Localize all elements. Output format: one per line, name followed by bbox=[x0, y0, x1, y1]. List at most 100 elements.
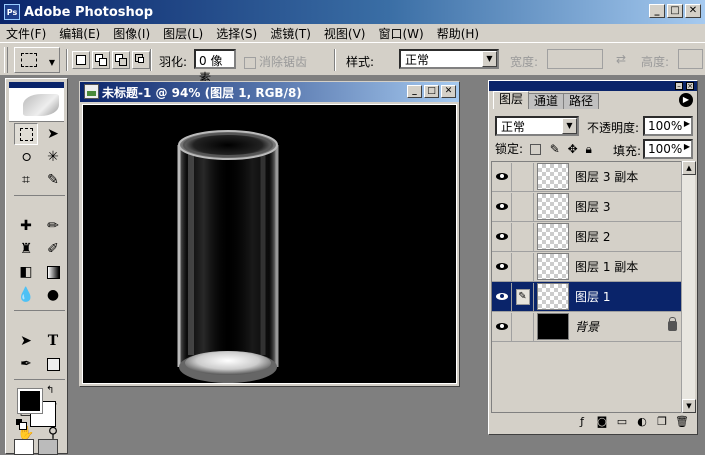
tab-channels[interactable]: 通道 bbox=[528, 93, 565, 109]
menu-file[interactable]: 文件(F) bbox=[6, 25, 46, 42]
close-button[interactable]: ✕ bbox=[685, 4, 701, 18]
visibility-eye-icon[interactable] bbox=[492, 222, 512, 251]
brush-tool-icon[interactable]: ✏ bbox=[41, 215, 65, 237]
marquee-tool-icon[interactable] bbox=[14, 123, 38, 145]
adjustment-layer-icon[interactable]: ◐ bbox=[635, 415, 649, 429]
feather-input[interactable]: 0 像素 bbox=[194, 49, 236, 85]
layer-link-slot[interactable] bbox=[512, 222, 534, 251]
blur-tool-icon[interactable]: 💧 bbox=[14, 284, 38, 306]
visibility-eye-icon[interactable] bbox=[492, 252, 512, 281]
visibility-eye-icon[interactable] bbox=[492, 162, 512, 191]
antialias-checkbox[interactable]: 消除锯齿 bbox=[244, 53, 307, 70]
foreground-color-swatch[interactable] bbox=[17, 388, 43, 414]
canvas[interactable] bbox=[82, 104, 457, 384]
blend-mode-select[interactable]: 正常 ▼ bbox=[495, 116, 579, 136]
gradient-tool-icon[interactable] bbox=[41, 261, 65, 283]
chevron-right-icon: ▶ bbox=[683, 119, 690, 128]
intersect-selection-button[interactable] bbox=[132, 51, 150, 69]
layer-style-icon[interactable]: ƒ bbox=[575, 415, 589, 429]
healing-brush-tool-icon[interactable]: ✚ bbox=[14, 215, 38, 237]
layer-row[interactable]: 图层 1 副本 bbox=[492, 252, 683, 282]
swap-icon[interactable]: ⇄ bbox=[616, 52, 626, 66]
fill-input[interactable]: 100% ▶ bbox=[643, 139, 693, 159]
menu-window[interactable]: 窗口(W) bbox=[378, 25, 423, 42]
palette-minimize-button[interactable]: – bbox=[675, 82, 683, 90]
layer-name: 图层 1 副本 bbox=[575, 260, 639, 274]
layers-scrollbar[interactable]: ▲ ▼ bbox=[681, 161, 696, 413]
pen-tool-icon[interactable]: ✒ bbox=[14, 353, 38, 375]
quick-mask-button[interactable] bbox=[38, 439, 58, 455]
visibility-eye-icon[interactable] bbox=[492, 282, 512, 311]
height-input[interactable] bbox=[678, 49, 703, 69]
palette-menu-icon[interactable]: ▶ bbox=[679, 93, 693, 107]
magic-wand-tool-icon[interactable]: ✳ bbox=[41, 146, 65, 168]
toolbox-header[interactable] bbox=[9, 82, 64, 122]
lock-move-icon[interactable]: ✥ bbox=[568, 142, 578, 156]
lock-brush-icon[interactable]: ✎ bbox=[550, 142, 560, 156]
lock-transparency-icon[interactable] bbox=[529, 144, 541, 155]
new-layer-icon[interactable]: ❐ bbox=[655, 415, 669, 429]
trash-icon[interactable]: 🗑︎ bbox=[675, 415, 689, 429]
default-colors-icon[interactable] bbox=[16, 419, 27, 430]
layer-link-slot[interactable]: ✎ bbox=[512, 282, 534, 311]
options-grip[interactable] bbox=[4, 47, 8, 73]
layer-thumbnail bbox=[537, 253, 569, 280]
visibility-eye-icon[interactable] bbox=[492, 192, 512, 221]
menu-edit[interactable]: 编辑(E) bbox=[59, 25, 100, 42]
doc-maximize-button[interactable]: □ bbox=[424, 85, 439, 98]
menu-layer[interactable]: 图层(L) bbox=[163, 25, 203, 42]
dodge-tool-icon[interactable]: ● bbox=[41, 284, 65, 306]
layer-link-slot[interactable] bbox=[512, 312, 534, 341]
menu-filter[interactable]: 滤镜(T) bbox=[270, 25, 311, 42]
menu-help[interactable]: 帮助(H) bbox=[437, 25, 479, 42]
rectangular-marquee-icon bbox=[21, 53, 37, 67]
swap-colors-icon[interactable]: ↰ bbox=[46, 385, 54, 396]
new-selection-button[interactable] bbox=[72, 51, 90, 69]
menu-view[interactable]: 视图(V) bbox=[324, 25, 366, 42]
history-brush-tool-icon[interactable]: ✐ bbox=[41, 238, 65, 260]
palette-close-button[interactable]: × bbox=[686, 82, 694, 90]
document-title-bar[interactable]: 未标题-1 @ 94% (图层 1, RGB/8) _ □ ✕ bbox=[80, 82, 459, 102]
layer-row[interactable]: 图层 2 bbox=[492, 222, 683, 252]
scroll-down-icon[interactable]: ▼ bbox=[682, 399, 696, 413]
shape-tool-icon[interactable] bbox=[41, 353, 65, 375]
tab-layers[interactable]: 图层 bbox=[493, 91, 530, 109]
tab-paths[interactable]: 路径 bbox=[563, 93, 600, 109]
lock-all-icon[interactable]: 🔒︎ bbox=[585, 142, 591, 156]
layer-link-slot[interactable] bbox=[512, 252, 534, 281]
menu-image[interactable]: 图像(I) bbox=[113, 25, 150, 42]
visibility-eye-icon[interactable] bbox=[492, 312, 512, 341]
type-tool-icon[interactable]: T bbox=[41, 330, 65, 352]
width-input[interactable] bbox=[547, 49, 603, 69]
add-selection-button[interactable] bbox=[92, 51, 110, 69]
lasso-tool-icon[interactable]: ഠ bbox=[14, 146, 38, 168]
maximize-button[interactable]: □ bbox=[667, 4, 683, 18]
crop-tool-icon[interactable]: ⌗ bbox=[14, 169, 38, 191]
palette-header[interactable]: – × bbox=[489, 81, 697, 91]
doc-close-button[interactable]: ✕ bbox=[441, 85, 456, 98]
layer-row[interactable]: 图层 3 副本 bbox=[492, 162, 683, 192]
clone-stamp-tool-icon[interactable]: ♜ bbox=[14, 238, 38, 260]
layer-link-slot[interactable] bbox=[512, 162, 534, 191]
move-tool-icon[interactable]: ➤ bbox=[41, 123, 65, 145]
layer-row-selected[interactable]: ✎ 图层 1 bbox=[492, 282, 683, 312]
options-bar: ▼ 羽化: 0 像素 消除锯齿 样式: 正常 ▼ 宽度: ⇄ 高度: bbox=[0, 42, 705, 85]
new-group-icon[interactable]: ▭ bbox=[615, 415, 629, 429]
doc-minimize-button[interactable]: _ bbox=[407, 85, 422, 98]
layer-link-slot[interactable] bbox=[512, 192, 534, 221]
standard-mode-button[interactable] bbox=[14, 439, 34, 455]
layer-row[interactable]: 图层 3 bbox=[492, 192, 683, 222]
slice-tool-icon[interactable]: ✎ bbox=[41, 169, 65, 191]
opacity-input[interactable]: 100% ▶ bbox=[643, 116, 693, 136]
tool-preset-picker[interactable]: ▼ bbox=[14, 47, 60, 73]
menu-select[interactable]: 选择(S) bbox=[216, 25, 257, 42]
subtract-selection-button[interactable] bbox=[112, 51, 130, 69]
layer-row-background[interactable]: 背景 bbox=[492, 312, 683, 342]
scroll-up-icon[interactable]: ▲ bbox=[682, 161, 696, 175]
path-selection-tool-icon[interactable]: ➤ bbox=[14, 330, 38, 352]
layer-mask-icon[interactable]: ◙ bbox=[595, 415, 609, 429]
eraser-tool-icon[interactable]: ◧ bbox=[14, 261, 38, 283]
style-select[interactable]: 正常 ▼ bbox=[399, 49, 499, 69]
minimize-button[interactable]: _ bbox=[649, 4, 665, 18]
feather-logo-icon bbox=[23, 94, 59, 116]
